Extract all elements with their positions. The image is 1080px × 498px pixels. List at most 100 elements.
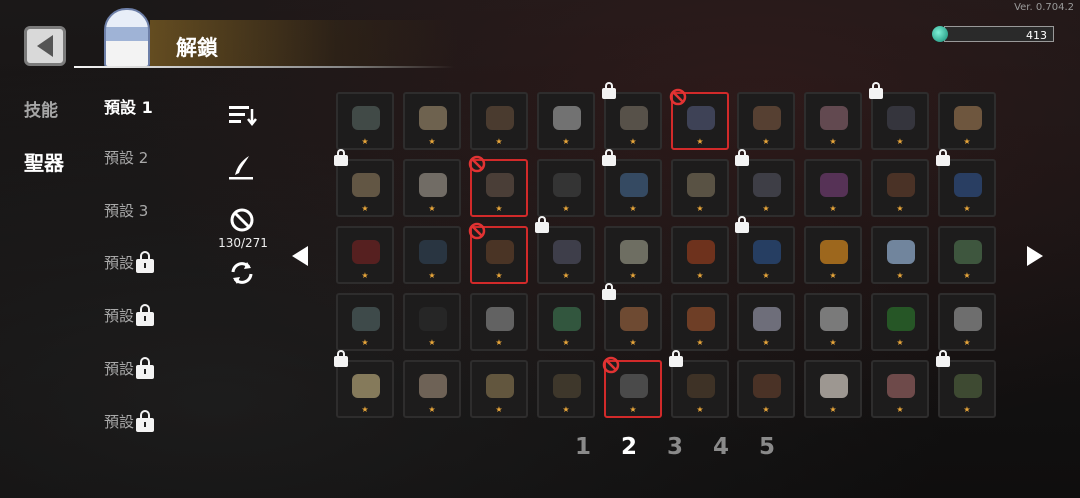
star-icon: ★ <box>829 338 837 347</box>
relic-slot[interactable]: ★ <box>403 293 461 351</box>
relic-slot[interactable]: ★ <box>537 293 595 351</box>
relic-slot[interactable]: ★ <box>737 92 795 150</box>
tab-skill[interactable]: 技能 <box>24 96 58 121</box>
relic-slot[interactable]: ★ <box>470 92 528 150</box>
preset-item[interactable]: 預設 2 <box>104 147 148 168</box>
relic-slot[interactable]: ★ <box>470 360 528 418</box>
preset-item[interactable]: 預設 3 <box>104 200 148 221</box>
preset-item[interactable]: 預設 <box>104 409 155 432</box>
relic-slot[interactable]: ★ <box>936 350 996 418</box>
relic-slot[interactable]: ★ <box>336 92 394 150</box>
relic-slot[interactable]: ★ <box>871 159 929 217</box>
prev-page-arrow[interactable] <box>292 246 308 266</box>
relic-item-icon <box>620 106 648 130</box>
page-number[interactable]: 4 <box>698 434 744 460</box>
star-icon: ★ <box>495 137 503 146</box>
page-number[interactable]: 3 <box>652 434 698 460</box>
relic-slot[interactable]: ★ <box>403 226 461 284</box>
relic-slot[interactable]: ★ <box>804 293 862 351</box>
relic-slot[interactable]: ★ <box>671 159 729 217</box>
star-icon: ★ <box>562 204 570 213</box>
relic-slot[interactable]: ★ <box>334 350 394 418</box>
relic-item-icon <box>820 106 848 130</box>
relic-slot[interactable]: ★ <box>602 82 662 150</box>
preset-item[interactable]: 預設 <box>104 250 155 273</box>
relic-slot[interactable]: ★ <box>336 293 394 351</box>
relic-slot[interactable]: ★ <box>804 360 862 418</box>
relic-slot[interactable]: ★ <box>936 149 996 217</box>
preset-item[interactable]: 預設 1 <box>104 94 153 118</box>
preset-label: 預設 2 <box>104 149 149 167</box>
relic-slot[interactable]: ★ <box>468 155 528 217</box>
relic-slot[interactable]: ★ <box>604 226 662 284</box>
star-icon: ★ <box>428 137 436 146</box>
tab-relic[interactable]: 聖器 <box>24 147 64 176</box>
relic-slot[interactable]: ★ <box>470 293 528 351</box>
relic-slot[interactable]: ★ <box>403 92 461 150</box>
relic-slot[interactable]: ★ <box>735 149 795 217</box>
version-label: Ver. 0.704.2 <box>1014 2 1074 13</box>
star-icon: ★ <box>896 137 904 146</box>
relic-slot[interactable]: ★ <box>537 360 595 418</box>
exclude-button[interactable] <box>224 205 260 235</box>
relic-slot[interactable]: ★ <box>671 226 729 284</box>
relic-item-icon <box>687 173 715 197</box>
next-page-arrow[interactable] <box>1027 246 1043 266</box>
relic-slot[interactable]: ★ <box>804 92 862 150</box>
star-icon: ★ <box>829 271 837 280</box>
relic-slot[interactable]: ★ <box>334 149 394 217</box>
star-icon: ★ <box>361 204 369 213</box>
relic-slot[interactable]: ★ <box>602 356 662 418</box>
star-icon: ★ <box>762 338 770 347</box>
relic-slot[interactable]: ★ <box>737 293 795 351</box>
star-icon: ★ <box>361 137 369 146</box>
relic-slot[interactable]: ★ <box>671 293 729 351</box>
star-icon: ★ <box>629 137 637 146</box>
relic-slot[interactable]: ★ <box>403 360 461 418</box>
relic-slot[interactable]: ★ <box>869 82 929 150</box>
edit-button[interactable] <box>224 152 260 182</box>
relic-item-icon <box>352 173 380 197</box>
refresh-button[interactable] <box>224 258 260 288</box>
relic-slot[interactable]: ★ <box>537 92 595 150</box>
star-icon: ★ <box>896 338 904 347</box>
relic-slot[interactable]: ★ <box>403 159 461 217</box>
relic-slot[interactable]: ★ <box>669 88 729 150</box>
relic-slot[interactable]: ★ <box>737 360 795 418</box>
relic-slot[interactable]: ★ <box>938 226 996 284</box>
relic-slot[interactable]: ★ <box>871 226 929 284</box>
star-icon: ★ <box>963 271 971 280</box>
relic-item-icon <box>419 173 447 197</box>
relic-slot[interactable]: ★ <box>468 222 528 284</box>
relic-slot[interactable]: ★ <box>871 293 929 351</box>
star-icon: ★ <box>896 204 904 213</box>
relic-slot[interactable]: ★ <box>602 149 662 217</box>
sort-button[interactable] <box>224 100 260 130</box>
relic-slot[interactable]: ★ <box>669 350 729 418</box>
back-button[interactable] <box>24 26 66 66</box>
lock-icon <box>535 216 549 233</box>
refresh-icon <box>231 262 253 284</box>
star-icon: ★ <box>829 137 837 146</box>
gem-currency: 413 <box>932 24 1056 44</box>
star-icon: ★ <box>963 338 971 347</box>
relic-slot[interactable]: ★ <box>537 159 595 217</box>
relic-slot[interactable]: ★ <box>938 293 996 351</box>
preset-item[interactable]: 預設 <box>104 356 155 379</box>
page-number[interactable]: 5 <box>744 434 790 460</box>
relic-slot[interactable]: ★ <box>804 159 862 217</box>
relic-item-icon <box>352 240 380 264</box>
preset-item[interactable]: 預設 <box>104 303 155 326</box>
relic-slot[interactable]: ★ <box>871 360 929 418</box>
relic-item-icon <box>687 106 715 130</box>
relic-slot[interactable]: ★ <box>535 216 595 284</box>
relic-slot[interactable]: ★ <box>804 226 862 284</box>
relic-slot[interactable]: ★ <box>938 92 996 150</box>
star-icon: ★ <box>562 137 570 146</box>
relic-slot[interactable]: ★ <box>735 216 795 284</box>
relic-slot[interactable]: ★ <box>602 283 662 351</box>
page-number[interactable]: 2 <box>606 434 652 460</box>
page-number[interactable]: 1 <box>560 434 606 460</box>
star-icon: ★ <box>562 271 570 280</box>
relic-slot[interactable]: ★ <box>336 226 394 284</box>
